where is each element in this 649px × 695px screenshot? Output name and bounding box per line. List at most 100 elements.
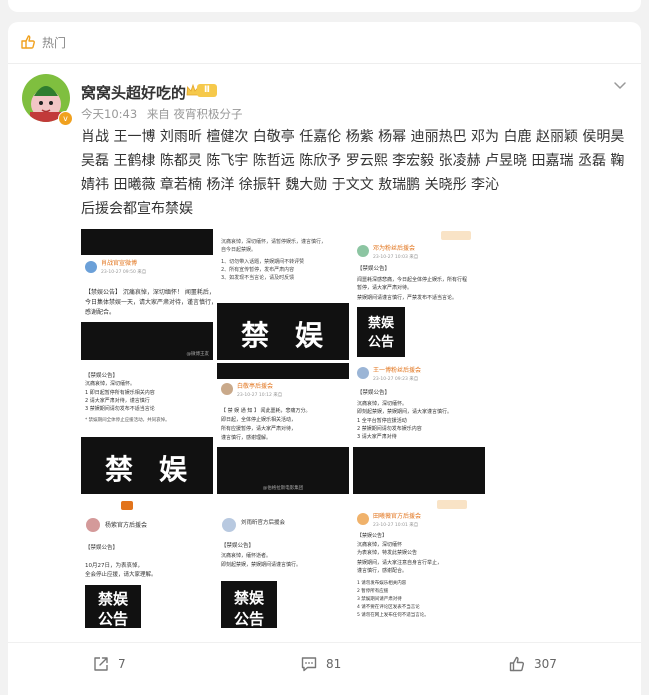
img-line: 禁娱期间请谨言慎行，严禁发布不适当言论。 <box>357 294 457 301</box>
divider <box>8 63 641 64</box>
img-line: 3、如发现不当言论，请及时反馈 <box>221 274 294 281</box>
image-thumb-4[interactable]: 【禁娱公告】 沉痛哀悼，深切缅怀。 1 即日起暂停所有娱乐相关内容 2 请大家严… <box>81 363 213 494</box>
post-time[interactable]: 今天10:43 <box>81 107 137 121</box>
img-subtitle: 23-10-27 10:12 来自 <box>237 391 282 398</box>
img-line: 为表哀悼，特发此禁娱公告 <box>357 549 417 556</box>
hot-icon <box>21 35 35 49</box>
img-header-name: 邓为粉丝后援会 <box>373 244 415 252</box>
img-line: 3 禁娱期间请严肃对待 <box>357 595 402 602</box>
img-line: 沉痛哀悼，缅怀逝者。 <box>221 552 271 559</box>
comment-count: 81 <box>326 657 342 671</box>
img-line: 所有应援暂停，请大家严肃对待， <box>221 425 296 432</box>
post-source[interactable]: 来自 夜宵积极分子 <box>147 107 243 121</box>
image-thumb-8[interactable]: 刘雨昕官方后援会 【禁娱公告】 沉痛哀悼，缅怀逝者。 即刻起禁娱，禁娱期间请谨言… <box>217 497 349 628</box>
img-line: 即刻起禁娱，禁娱期间，请大家谨言慎行。 <box>357 408 452 415</box>
img-line: 沉痛哀悼，深切缅怀 <box>357 541 402 548</box>
image-thumb-3[interactable]: 邓为粉丝后援会 23-10-27 10:03 来自 【禁娱公告】 闻噩耗深感悲痛… <box>353 229 485 360</box>
image-grid: 肖战官宣微博 23-10-27 09:50 来自 【禁娱公告】 沉痛哀悼，深切缅… <box>81 229 485 628</box>
img-big-text: 禁娱 <box>98 590 129 608</box>
img-big-text: 禁娱 <box>234 589 265 607</box>
repost-count: 7 <box>118 657 126 671</box>
img-line: 5 请勿在网上发布任何不适当言论。 <box>357 611 429 618</box>
img-header-name: 杨紫官方后援会 <box>105 521 147 529</box>
post-card: 热门 v 窝窝头超好吃的 Ⅱ 今天10:43 来自 夜宵积极分子 肖战 王一博 … <box>8 22 641 695</box>
img-line: 感谢配合。 <box>85 308 115 316</box>
img-line: 1 即日起暂停所有娱乐相关内容 <box>85 389 155 396</box>
section-header: 热门 <box>20 33 66 51</box>
img-big-text: 禁娱 <box>368 315 395 331</box>
section-label: 热门 <box>42 35 67 50</box>
previous-card-edge <box>8 0 641 12</box>
vip-badge: Ⅱ <box>186 84 217 97</box>
img-subtitle: 23-10-27 10:01 来自 <box>373 521 418 528</box>
img-line: 2 禁娱期间请勿发布娱乐内容 <box>357 425 422 432</box>
image-thumb-2[interactable]: 沉痛哀悼，深切缅怀，请暂停娱乐，谨言慎行， 自今日起禁娱。 1、切勿带入话题，禁… <box>217 229 349 360</box>
img-big-text: 禁 <box>105 453 133 486</box>
img-line: 谨言慎行，感谢配合。 <box>357 567 407 574</box>
chevron-down-icon <box>614 82 626 89</box>
img-line: 【禁娱公告】 <box>85 543 118 551</box>
img-line: 今日集体禁娱一天，请大家严肃对待，谨言慎行， <box>85 298 213 306</box>
img-line: 【禁娱公告】 <box>357 532 387 539</box>
repost-icon <box>94 657 108 671</box>
vip-level: Ⅱ <box>197 84 217 97</box>
repost-button[interactable]: 7 <box>92 655 126 673</box>
img-line: * 禁娱期间全体停止应援活动，共同哀悼。 <box>85 416 170 423</box>
img-line: 即刻起禁娱，禁娱期间请谨言慎行。 <box>221 561 301 568</box>
img-line: 1 请勿发布娱乐相关内容 <box>357 579 407 586</box>
post-text-line: 后援会都宣布禁娱 <box>81 201 193 217</box>
img-watermark: @伯格拉斯电影集团 <box>263 484 304 491</box>
img-line: 暂停，请大家严肃对待。 <box>357 284 412 291</box>
action-bar: 7 81 307 <box>8 642 641 693</box>
username[interactable]: 窝窝头超好吃的 <box>81 82 186 103</box>
img-line: 禁娱期间，请大家注意自身言行举止， <box>357 559 442 566</box>
img-big-text: 公告 <box>368 334 394 350</box>
img-line: 沉痛哀悼，深切缅怀。 <box>357 400 407 407</box>
img-big-text: 公告 <box>234 610 264 628</box>
image-thumb-6[interactable]: 王一博粉丝后援会 23-10-27 09:23 来自 【禁娱公告】 沉痛哀悼，深… <box>353 363 485 494</box>
verified-badge: v <box>58 111 73 126</box>
img-subtitle: 23-10-27 09:23 来自 <box>373 375 418 382</box>
image-thumb-9[interactable]: 田曦薇官方后援会 23-10-27 10:01 来自 【禁娱公告】 沉痛哀悼，深… <box>353 497 485 628</box>
img-header-name: 王一博粉丝后援会 <box>373 366 421 374</box>
img-line: 自今日起禁娱。 <box>221 246 256 253</box>
img-big-text: 娱 <box>295 319 324 352</box>
img-line: 【禁娱公告】 <box>357 264 390 272</box>
more-options[interactable] <box>613 76 627 95</box>
image-thumb-7[interactable]: 杨紫官方后援会 【禁娱公告】 10月27日，为表哀悼， 全会停止应援，请大家理解… <box>81 497 213 628</box>
img-line: 1 全平台暂停应援活动 <box>357 417 407 424</box>
comment-button[interactable]: 81 <box>300 655 341 673</box>
img-header-name: 白敬亭后援会 <box>237 382 273 390</box>
img-line: 2、所有宣传暂停，发布严肃内容 <box>221 266 294 273</box>
img-subtitle: 23-10-27 10:03 来自 <box>373 253 418 260</box>
image-thumb-1[interactable]: 肖战官宣微博 23-10-27 09:50 来自 【禁娱公告】 沉痛哀悼，深切缅… <box>81 229 213 360</box>
img-line: 全会停止应援，请大家理解。 <box>85 570 157 578</box>
like-button[interactable]: 307 <box>508 655 557 673</box>
img-header-name: 刘雨昕官方后援会 <box>241 518 286 526</box>
img-big-text: 公告 <box>98 610 128 628</box>
img-line: 闻噩耗深感悲痛，今日起全体停止娱乐，所有行程 <box>357 276 467 283</box>
img-line: 10月27日，为表哀悼， <box>85 561 143 569</box>
img-line: 【 禁 娱 通 知 】 闻此噩耗，悲痛万分。 <box>221 407 311 414</box>
img-line: 【禁娱公告】 <box>221 541 254 549</box>
img-watermark: @微博王友 <box>187 350 210 357</box>
post-text: 肖战 王一博 刘雨昕 檀健次 白敬亭 任嘉伦 杨紫 杨幂 迪丽热巴 邓为 白鹿 … <box>81 125 626 221</box>
post-text-line: 婧祎 田曦薇 章若楠 杨洋 徐振轩 魏大勋 于文文 敖瑞鹏 关晓彤 李沁 <box>81 177 500 193</box>
img-subtitle: 23-10-27 09:50 来自 <box>101 268 146 275</box>
img-line: 即日起，全体停止娱乐相关活动， <box>221 416 296 423</box>
img-line: 3 请大家严肃对待 <box>357 433 397 440</box>
img-header-name: 田曦薇官方后援会 <box>373 512 421 520</box>
img-header-name: 肖战官宣微博 <box>101 259 137 267</box>
img-line: 2 暂停所有应援 <box>357 587 389 594</box>
comment-icon <box>301 657 317 672</box>
image-thumb-5[interactable]: 白敬亭后援会 23-10-27 10:12 来自 【 禁 娱 通 知 】 闻此噩… <box>217 363 349 494</box>
img-line: 【禁娱公告】 <box>85 371 118 379</box>
img-line: 谨言慎行，感谢理解。 <box>221 434 271 441</box>
thumbs-up-icon <box>509 656 525 672</box>
img-line: 沉痛哀悼，深切缅怀。 <box>85 380 135 387</box>
img-line: 1、切勿带入话题，禁娱期间不转评赞 <box>221 258 304 265</box>
img-line: 【禁娱公告】 <box>357 388 390 396</box>
img-big-text: 禁 <box>241 319 269 352</box>
like-count: 307 <box>534 657 557 671</box>
post-text-line: 吴磊 王鹤棣 陈都灵 陈飞宇 陈哲远 陈欣予 罗云熙 李宏毅 张凌赫 卢昱晓 田… <box>81 153 625 169</box>
